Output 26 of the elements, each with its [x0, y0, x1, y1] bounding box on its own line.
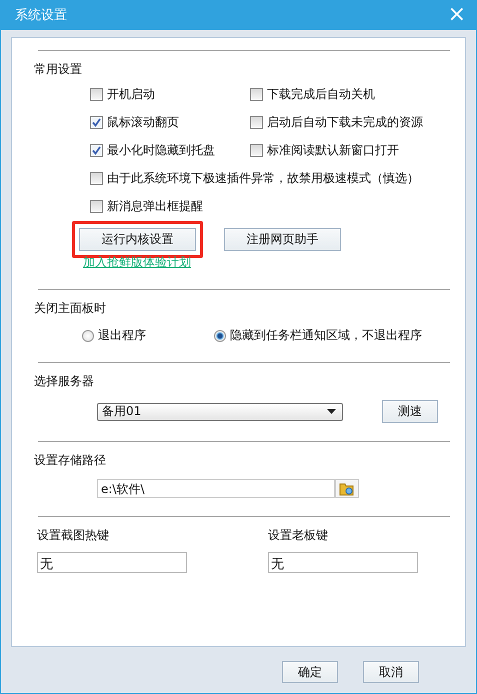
path-field[interactable]: e:\软件\: [97, 479, 335, 498]
window-title: 系统设置: [15, 7, 67, 24]
checkbox-label: 最小化时隐藏到托盘: [107, 142, 215, 159]
section-heading: 选择服务器: [34, 373, 95, 390]
hotkey-field[interactable]: 无: [37, 552, 187, 573]
checkbox-label: 开机启动: [107, 86, 155, 103]
section-heading: 关闭主面板时: [34, 300, 107, 317]
speed-test-button[interactable]: 测速: [382, 400, 438, 423]
checkbox-label: 鼠标滚动翻页: [107, 114, 179, 131]
hotkey-label: 设置截图热键: [37, 527, 110, 544]
action-button[interactable]: 运行内核设置: [79, 228, 196, 251]
radio-label: 退出程序: [98, 327, 146, 344]
section-heading: 设置存储路径: [34, 452, 107, 469]
ok-button[interactable]: 确定: [282, 661, 338, 683]
radio-label: 隐藏到任务栏通知区域，不退出程序: [230, 327, 422, 344]
section-heading: 常用设置: [34, 61, 83, 78]
hotkey-field[interactable]: 无: [268, 552, 418, 573]
cancel-button[interactable]: 取消: [363, 661, 419, 683]
action-button[interactable]: 注册网页助手: [224, 228, 341, 251]
server-dropdown[interactable]: 备用01: [97, 402, 343, 420]
checkbox-label: 下载完成后自动关机: [267, 86, 375, 103]
checkbox-label: 由于此系统环境下极速插件异常，故禁用极速模式（慎选）: [107, 170, 419, 187]
checkbox-label: 新消息弹出框提醒: [107, 198, 203, 215]
checkbox-label: 启动后自动下载未完成的资源: [267, 114, 423, 131]
checkbox-label: 标准阅读默认新窗口打开: [267, 142, 399, 159]
hotkey-label: 设置老板键: [268, 527, 329, 544]
